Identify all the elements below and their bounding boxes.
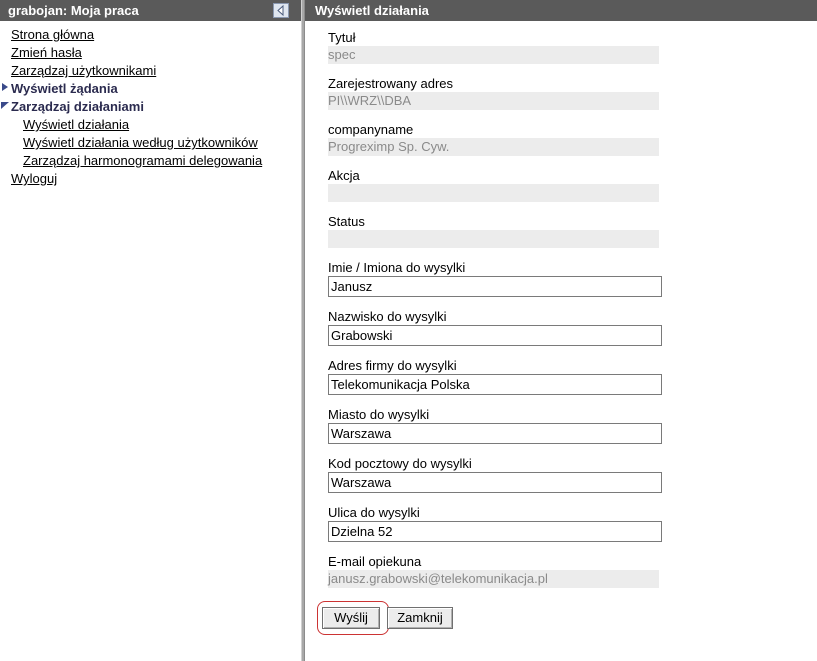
field-label-first-name: Imie / Imiona do wysylki — [328, 260, 466, 275]
first-name-input[interactable] — [328, 276, 662, 297]
close-button[interactable]: Zamknij — [387, 607, 453, 629]
nav-item-change-password[interactable]: Zmień hasła — [11, 45, 82, 60]
field-value-email: janusz.grabowski@telekomunikacja.pl — [328, 570, 659, 588]
collapse-left-icon — [277, 4, 284, 17]
field-label-city: Miasto do wysylki — [328, 407, 430, 422]
left-pane-title: grabojan: Moja praca — [8, 3, 139, 18]
nav-item-home[interactable]: Strona główna — [11, 27, 94, 42]
triangle-icon — [2, 83, 8, 91]
nav-item-view-actions-by-user[interactable]: Wyświetl działania według użytkowników — [23, 135, 258, 150]
field-value-action — [328, 184, 659, 202]
right-pane: Wyświetl działania Tytuł spec Zarejestro… — [305, 0, 817, 661]
collapse-pane-button[interactable] — [273, 3, 289, 18]
right-pane-title: Wyświetl działania — [315, 3, 429, 18]
nav-item-manage-users[interactable]: Zarządzaj użytkownikami — [11, 63, 156, 78]
right-pane-header: Wyświetl działania — [305, 0, 817, 21]
field-label-status: Status — [328, 214, 365, 229]
field-label-email: E-mail opiekuna — [328, 554, 422, 569]
nav-item-view-actions[interactable]: Wyświetl działania — [23, 117, 129, 132]
left-pane: grabojan: Moja praca Strona główna Zmień… — [0, 0, 301, 661]
nav-item-delegation-schedules[interactable]: Zarządzaj harmonogramami delegowania — [23, 153, 262, 168]
field-label-companyname: companyname — [328, 122, 414, 137]
nav-item-view-requests[interactable]: Wyświetl żądania — [11, 81, 118, 96]
field-value-companyname: Progreximp Sp. Cyw. — [328, 138, 659, 156]
field-label-last-name: Nazwisko do wysylki — [328, 309, 447, 324]
company-address-input[interactable] — [328, 374, 662, 395]
field-label-street: Ulica do wysylki — [328, 505, 420, 520]
field-label-registered-address: Zarejestrowany adres — [328, 76, 453, 91]
triangle-icon — [1, 102, 9, 109]
left-pane-header: grabojan: Moja praca — [0, 0, 301, 21]
street-input[interactable] — [328, 521, 662, 542]
city-input[interactable] — [328, 423, 662, 444]
submit-button[interactable]: Wyślij — [322, 607, 380, 629]
field-value-registered-address: PI\\WRZ\\DBA — [328, 92, 659, 110]
field-label-action: Akcja — [328, 168, 360, 183]
field-value-status — [328, 230, 659, 248]
last-name-input[interactable] — [328, 325, 662, 346]
field-value-title: spec — [328, 46, 659, 64]
postal-code-input[interactable] — [328, 472, 662, 493]
field-label-title: Tytuł — [328, 30, 356, 45]
field-label-company-address: Adres firmy do wysylki — [328, 358, 457, 373]
nav-item-logout[interactable]: Wyloguj — [11, 171, 57, 186]
nav-item-manage-actions[interactable]: Zarządzaj działaniami — [11, 99, 144, 114]
field-label-postal-code: Kod pocztowy do wysylki — [328, 456, 472, 471]
